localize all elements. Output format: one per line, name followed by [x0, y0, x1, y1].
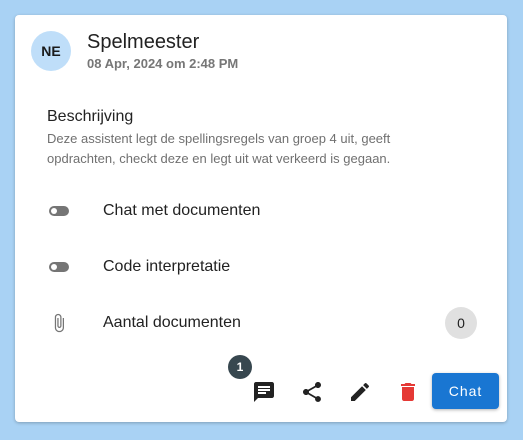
delete-icon — [401, 383, 415, 401]
notification-badge: 1 — [228, 355, 252, 379]
chat-bubble-icon — [254, 382, 274, 402]
delete-button[interactable] — [392, 376, 424, 408]
setting-row-chat-documents: Chat met documenten — [47, 195, 477, 227]
description-text: Deze assistent legt de spellingsregels v… — [47, 131, 391, 166]
setting-label: Code interpretatie — [103, 258, 231, 275]
edit-icon — [351, 382, 370, 401]
setting-row-document-count: Aantal documenten 0 — [47, 307, 477, 339]
card-title: Spelmeester — [87, 31, 200, 53]
share-button[interactable] — [296, 376, 328, 408]
paperclip-icon — [47, 311, 71, 335]
document-count-badge: 0 — [445, 307, 477, 339]
setting-label: Aantal documenten — [103, 314, 241, 331]
card-subtitle: 08 Apr, 2024 om 2:48 PM — [87, 56, 239, 71]
assistant-card: NE Spelmeester 08 Apr, 2024 om 2:48 PM B… — [15, 15, 507, 422]
chat-button[interactable]: Chat — [432, 373, 499, 409]
edit-button[interactable] — [344, 376, 376, 408]
chat-history-button[interactable] — [248, 376, 280, 408]
description-label: Beschrijving — [47, 108, 134, 125]
toggle-icon[interactable] — [47, 255, 71, 279]
toggle-icon[interactable] — [47, 199, 71, 223]
setting-label: Chat met documenten — [103, 202, 261, 219]
avatar: NE — [31, 31, 71, 71]
share-icon — [303, 382, 321, 402]
setting-row-code-interpretation: Code interpretatie — [47, 251, 477, 283]
